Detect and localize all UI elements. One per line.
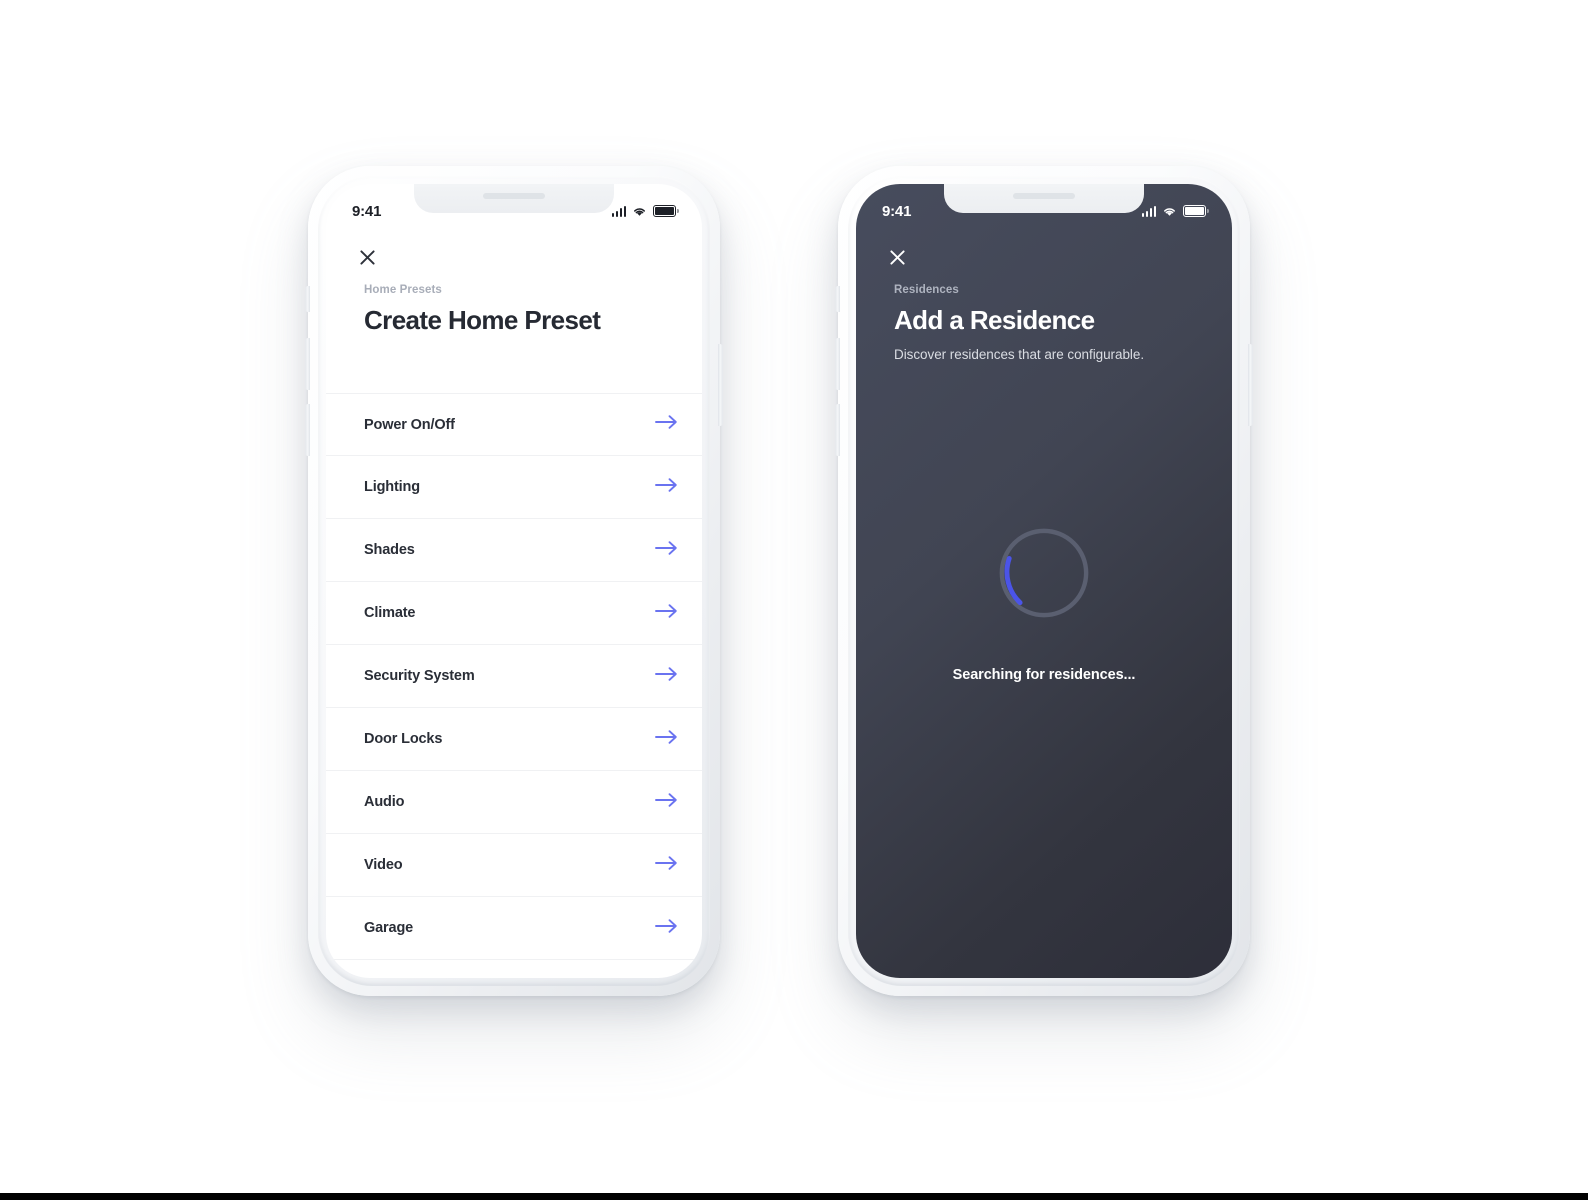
close-button[interactable] xyxy=(352,242,382,272)
list-item[interactable]: Garage xyxy=(326,897,702,960)
notch xyxy=(414,184,614,213)
page-subtitle: Discover residences that are configurabl… xyxy=(894,347,1145,362)
list-item-label: Video xyxy=(364,857,403,873)
loading-status-text: Searching for residences... xyxy=(952,667,1136,683)
list-item-label: Power On/Off xyxy=(364,416,455,433)
page-title: Create Home Preset xyxy=(364,305,601,335)
volume-up-button[interactable] xyxy=(835,338,840,390)
list-item[interactable]: Door Locks xyxy=(326,708,702,771)
list-item[interactable]: Shades xyxy=(326,519,702,582)
battery-icon xyxy=(1183,205,1209,217)
battery-icon xyxy=(653,205,679,217)
list-item-label: Garage xyxy=(364,920,414,936)
page-header: Home Presets Create Home Preset xyxy=(364,284,672,336)
list-item-label: Shades xyxy=(364,542,415,558)
phone-screen-light: 9:41 Home Presets Create Home Preset Pow… xyxy=(326,184,702,978)
close-icon xyxy=(359,249,375,265)
phone-screen-dark: 9:41 Residences Add a Residence Discover… xyxy=(856,184,1232,978)
status-bar-clock: 9:41 xyxy=(882,202,912,220)
loading-spinner-icon xyxy=(999,528,1089,618)
chevron-right-icon[interactable] xyxy=(654,790,680,815)
list-item[interactable]: Security System xyxy=(326,645,702,708)
close-button[interactable] xyxy=(882,242,912,272)
chevron-right-icon[interactable] xyxy=(654,475,680,500)
page-header: Residences Add a Residence Discover resi… xyxy=(894,284,1202,362)
wifi-icon xyxy=(1164,208,1175,216)
mute-switch-button[interactable] xyxy=(305,286,310,312)
screenshot-canvas: 9:41 Home Presets Create Home Preset Pow… xyxy=(0,0,1588,1200)
mute-switch-button[interactable] xyxy=(835,286,840,312)
chevron-right-icon[interactable] xyxy=(654,601,680,626)
earpiece-speaker xyxy=(1013,193,1075,199)
volume-up-button[interactable] xyxy=(305,338,310,390)
volume-down-button[interactable] xyxy=(305,404,310,456)
list-item-label: Climate xyxy=(364,605,416,621)
signal-icon xyxy=(1141,205,1156,217)
notch xyxy=(944,184,1144,213)
chevron-right-icon[interactable] xyxy=(654,664,680,689)
volume-down-button[interactable] xyxy=(835,404,840,456)
list-item-label: Door Locks xyxy=(364,731,443,747)
phone-mockup-create-home-preset: 9:41 Home Presets Create Home Preset Pow… xyxy=(305,166,723,996)
power-button[interactable] xyxy=(1248,344,1253,426)
phone-mockup-add-a-residence: 9:41 Residences Add a Residence Discover… xyxy=(835,166,1253,996)
list-item-label: Lighting xyxy=(364,479,420,495)
close-icon xyxy=(889,249,905,265)
list-item-label: Audio xyxy=(364,794,405,810)
earpiece-speaker xyxy=(483,193,545,199)
loading-state: Searching for residences... xyxy=(856,524,1232,683)
chevron-right-icon[interactable] xyxy=(654,727,680,752)
signal-icon xyxy=(611,205,626,217)
chevron-right-icon[interactable] xyxy=(654,412,680,437)
list-item[interactable]: Audio xyxy=(326,771,702,834)
chevron-right-icon[interactable] xyxy=(654,538,680,563)
status-bar-clock: 9:41 xyxy=(352,202,382,220)
power-button[interactable] xyxy=(718,344,723,426)
list-item[interactable]: Lighting xyxy=(326,456,702,519)
preset-category-list: Power On/Off Lighting Shades Climate Securit… xyxy=(326,393,702,960)
bottom-black-bar xyxy=(0,1193,1588,1200)
breadcrumb: Home Presets xyxy=(364,284,442,296)
breadcrumb: Residences xyxy=(894,284,959,296)
chevron-right-icon[interactable] xyxy=(654,853,680,878)
page-title: Add a Residence xyxy=(894,305,1095,335)
list-item[interactable]: Video xyxy=(326,834,702,897)
list-item[interactable]: Power On/Off xyxy=(326,393,702,456)
wifi-icon xyxy=(634,208,645,216)
list-item[interactable]: Climate xyxy=(326,582,702,645)
chevron-right-icon[interactable] xyxy=(654,916,680,941)
list-item-label: Security System xyxy=(364,668,475,684)
